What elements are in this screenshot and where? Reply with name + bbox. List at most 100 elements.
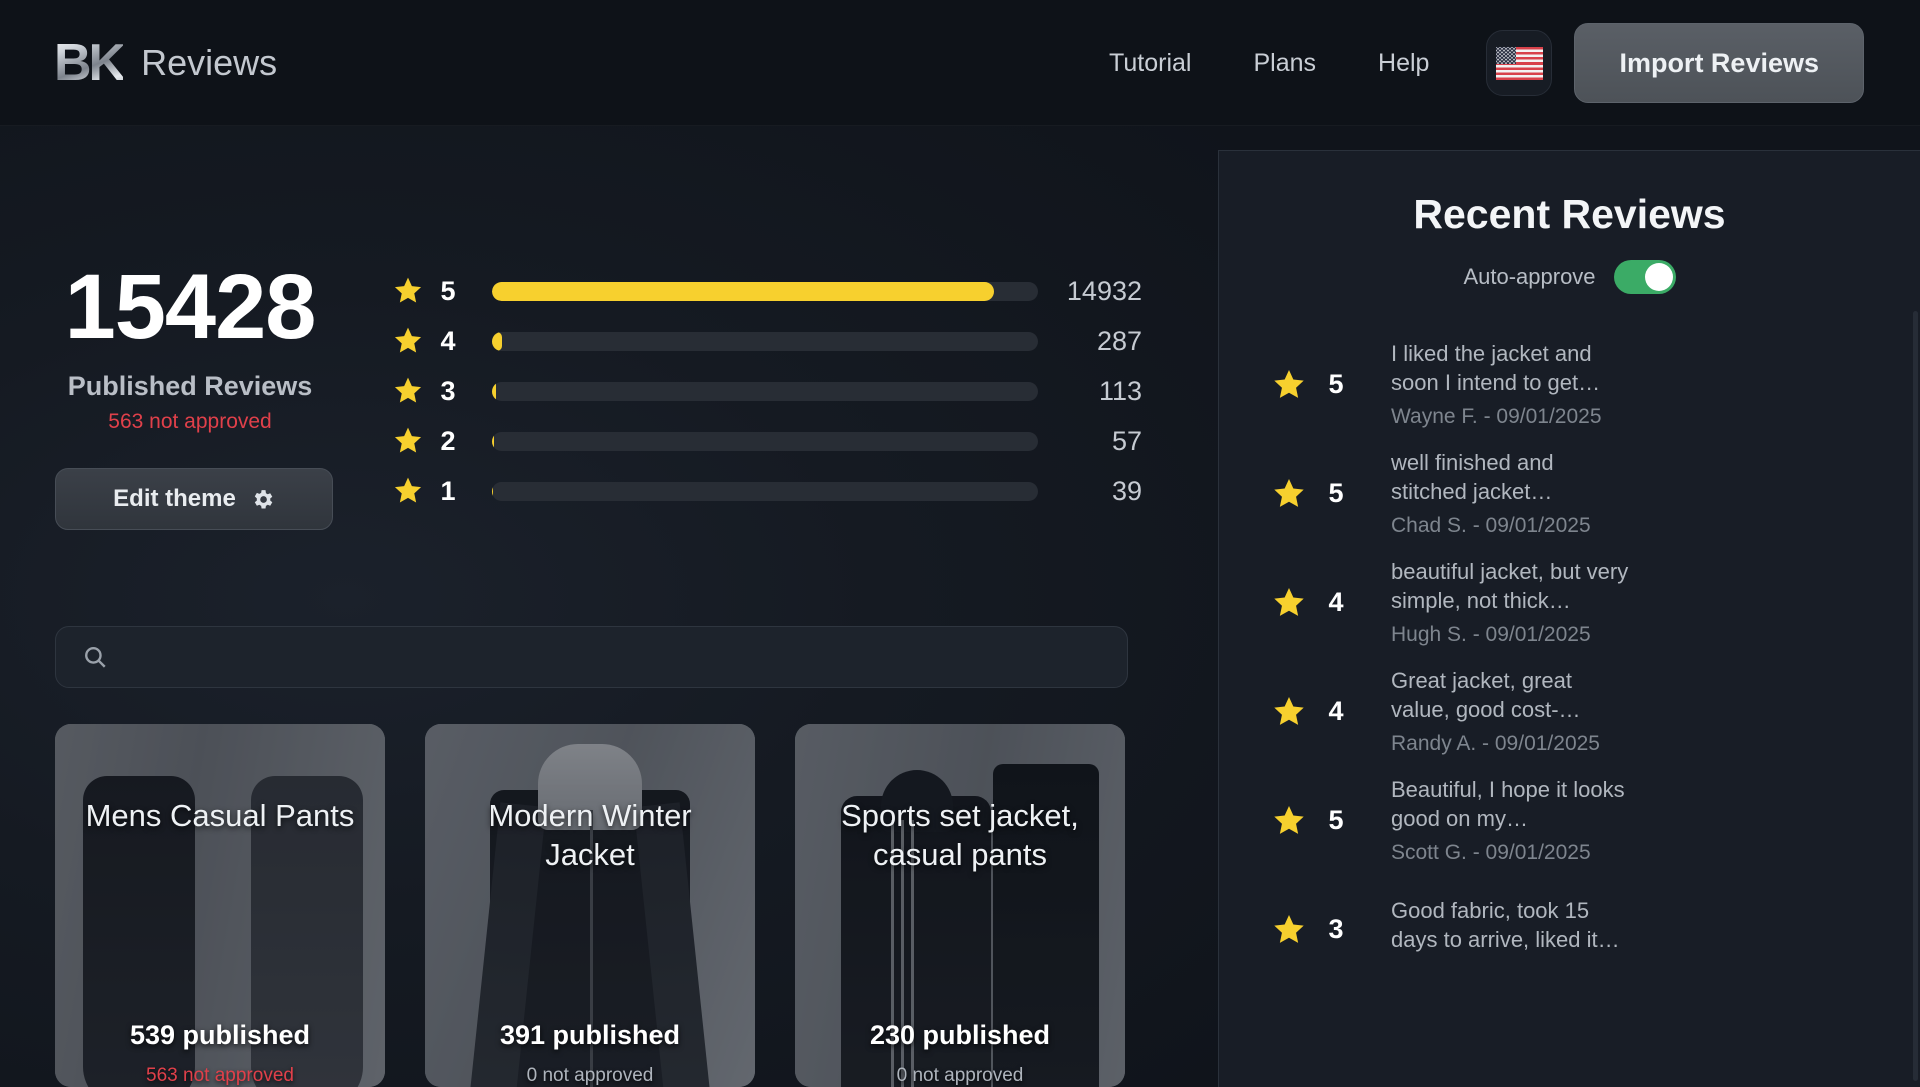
auto-approve-row: Auto-approve (1219, 260, 1920, 294)
rating-value: 3 (440, 375, 456, 406)
rating-count: 113 (1098, 375, 1142, 406)
totals-block: 15428 Published Reviews 563 not approved… (55, 256, 333, 530)
rating-row[interactable]: 2 57 (392, 416, 1142, 466)
review-item[interactable]: 4 beautiful jacket, but very simple, not… (1219, 548, 1920, 657)
product-card[interactable]: Mens Casual Pants 539 published 563 not … (55, 724, 385, 1087)
summary-section: 15428 Published Reviews 563 not approved… (0, 126, 1218, 566)
product-published-count: 391 published (499, 1020, 681, 1050)
gear-icon (254, 489, 273, 508)
nav-item-tutorial[interactable]: Tutorial (1078, 49, 1222, 78)
published-reviews-count: 15428 (64, 256, 317, 358)
rating-bar-track (492, 481, 1038, 501)
review-text: Great jacket, great value, good cost-… (1391, 667, 1581, 722)
app-header: BK Reviews Tutorial Plans Help Import Re… (0, 0, 1920, 126)
recent-reviews-panel: Recent Reviews Auto-approve 5 I liked th… (1218, 150, 1920, 1087)
rating-row[interactable]: 1 39 (392, 466, 1142, 516)
review-text: Beautiful, I hope it looks good on my… (1391, 776, 1625, 831)
rating-bar-fill (492, 381, 496, 401)
edit-theme-button[interactable]: Edit theme (55, 468, 333, 530)
star-icon (1271, 912, 1307, 948)
product-title: Mens Casual Pants (85, 798, 355, 833)
review-text: Good fabric, took 15 days to arrive, lik… (1391, 897, 1620, 952)
star-icon (392, 375, 424, 407)
rating-row[interactable]: 4 287 (392, 316, 1142, 366)
review-rating: 5 (1328, 478, 1344, 508)
product-card[interactable]: Sports set jacket, casual pants 230 publ… (795, 724, 1125, 1087)
auto-approve-label: Auto-approve (1463, 264, 1596, 289)
review-meta: Hugh S. - 09/01/2025 (1391, 623, 1591, 647)
auto-approve-toggle[interactable] (1613, 260, 1676, 294)
star-icon (1271, 803, 1307, 839)
product-published-count: 230 published (869, 1020, 1051, 1050)
product-not-approved-count: 0 not approved (526, 1065, 654, 1086)
star-icon (1271, 585, 1307, 621)
language-selector-button[interactable] (1486, 30, 1553, 96)
nav-item-help[interactable]: Help (1347, 49, 1460, 78)
logo-mark: BK (54, 34, 126, 92)
review-rating: 4 (1328, 587, 1344, 617)
rating-bar-fill (492, 331, 502, 351)
published-reviews-label: Published Reviews (67, 371, 313, 401)
review-rating: 3 (1328, 914, 1344, 944)
review-meta: Randy A. - 09/01/2025 (1391, 732, 1600, 756)
rating-value: 5 (440, 275, 456, 306)
product-not-approved-count: 563 not approved (146, 1065, 294, 1086)
review-list: 5 I liked the jacket and soon I intend t… (1219, 330, 1920, 984)
review-item[interactable]: 4 Great jacket, great value, good cost-…… (1219, 657, 1920, 766)
search-bar[interactable] (55, 626, 1128, 688)
product-card[interactable]: Modern Winter Jacket 391 published 0 not… (425, 724, 755, 1087)
rating-bar-track (492, 381, 1038, 401)
panel-scrollbar[interactable] (1913, 311, 1918, 1081)
rating-value: 4 (440, 325, 456, 356)
rating-count: 39 (1111, 475, 1142, 506)
review-meta: Chad S. - 09/01/2025 (1391, 514, 1591, 538)
rating-bar-track (492, 431, 1038, 451)
rating-count: 14932 (1066, 275, 1142, 306)
panel-title: Recent Reviews (1413, 191, 1726, 237)
edit-theme-label: Edit theme (113, 485, 236, 512)
rating-row[interactable]: 5 14932 (392, 266, 1142, 316)
rating-value: 1 (440, 475, 456, 506)
review-rating: 5 (1328, 369, 1344, 399)
rating-bar-fill (492, 281, 995, 301)
star-icon (392, 475, 424, 507)
search-icon (85, 647, 106, 668)
review-text: well finished and stitched jacket… (1391, 449, 1554, 504)
review-item[interactable]: 5 well finished and stitched jacket… Cha… (1219, 439, 1920, 548)
search-input[interactable] (124, 644, 1101, 670)
product-not-approved-count: 0 not approved (896, 1065, 1024, 1086)
star-icon (392, 275, 424, 307)
review-meta: Scott G. - 09/01/2025 (1391, 841, 1591, 865)
review-rating: 4 (1328, 696, 1344, 726)
toggle-knob (1644, 263, 1673, 291)
main-content: 15428 Published Reviews 563 not approved… (0, 126, 1218, 1087)
star-icon (1271, 367, 1307, 403)
brand-logo[interactable]: BK Reviews (54, 33, 277, 93)
logo-text: Reviews (141, 42, 278, 83)
review-rating: 5 (1328, 805, 1344, 835)
review-text: I liked the jacket and soon I intend to … (1391, 340, 1601, 395)
not-approved-count: 563 not approved (108, 410, 272, 433)
rating-count: 287 (1096, 325, 1142, 356)
star-icon (392, 425, 424, 457)
import-reviews-button[interactable]: Import Reviews (1574, 23, 1864, 103)
main-nav: Tutorial Plans Help Import Reviews (1078, 23, 1920, 103)
product-title: Modern Winter Jacket (488, 798, 692, 873)
rating-bar-track (492, 281, 1038, 301)
product-card-list: Mens Casual Pants 539 published 563 not … (55, 724, 1125, 1087)
review-meta: Wayne F. - 09/01/2025 (1391, 405, 1602, 429)
star-icon (1271, 476, 1307, 512)
review-item[interactable]: 5 Beautiful, I hope it looks good on my…… (1219, 766, 1920, 875)
review-item[interactable]: 3 Good fabric, took 15 days to arrive, l… (1219, 875, 1920, 984)
star-icon (1271, 694, 1307, 730)
rating-bar-track (492, 331, 1038, 351)
rating-row[interactable]: 3 113 (392, 366, 1142, 416)
product-published-count: 539 published (129, 1020, 311, 1050)
nav-item-plans[interactable]: Plans (1222, 49, 1347, 78)
review-text: beautiful jacket, but very simple, not t… (1391, 558, 1629, 613)
rating-count: 57 (1111, 425, 1142, 456)
rating-bar-fill (492, 431, 494, 451)
review-item[interactable]: 5 I liked the jacket and soon I intend t… (1219, 330, 1920, 439)
rating-value: 2 (440, 425, 456, 456)
us-flag-icon (1495, 46, 1543, 80)
